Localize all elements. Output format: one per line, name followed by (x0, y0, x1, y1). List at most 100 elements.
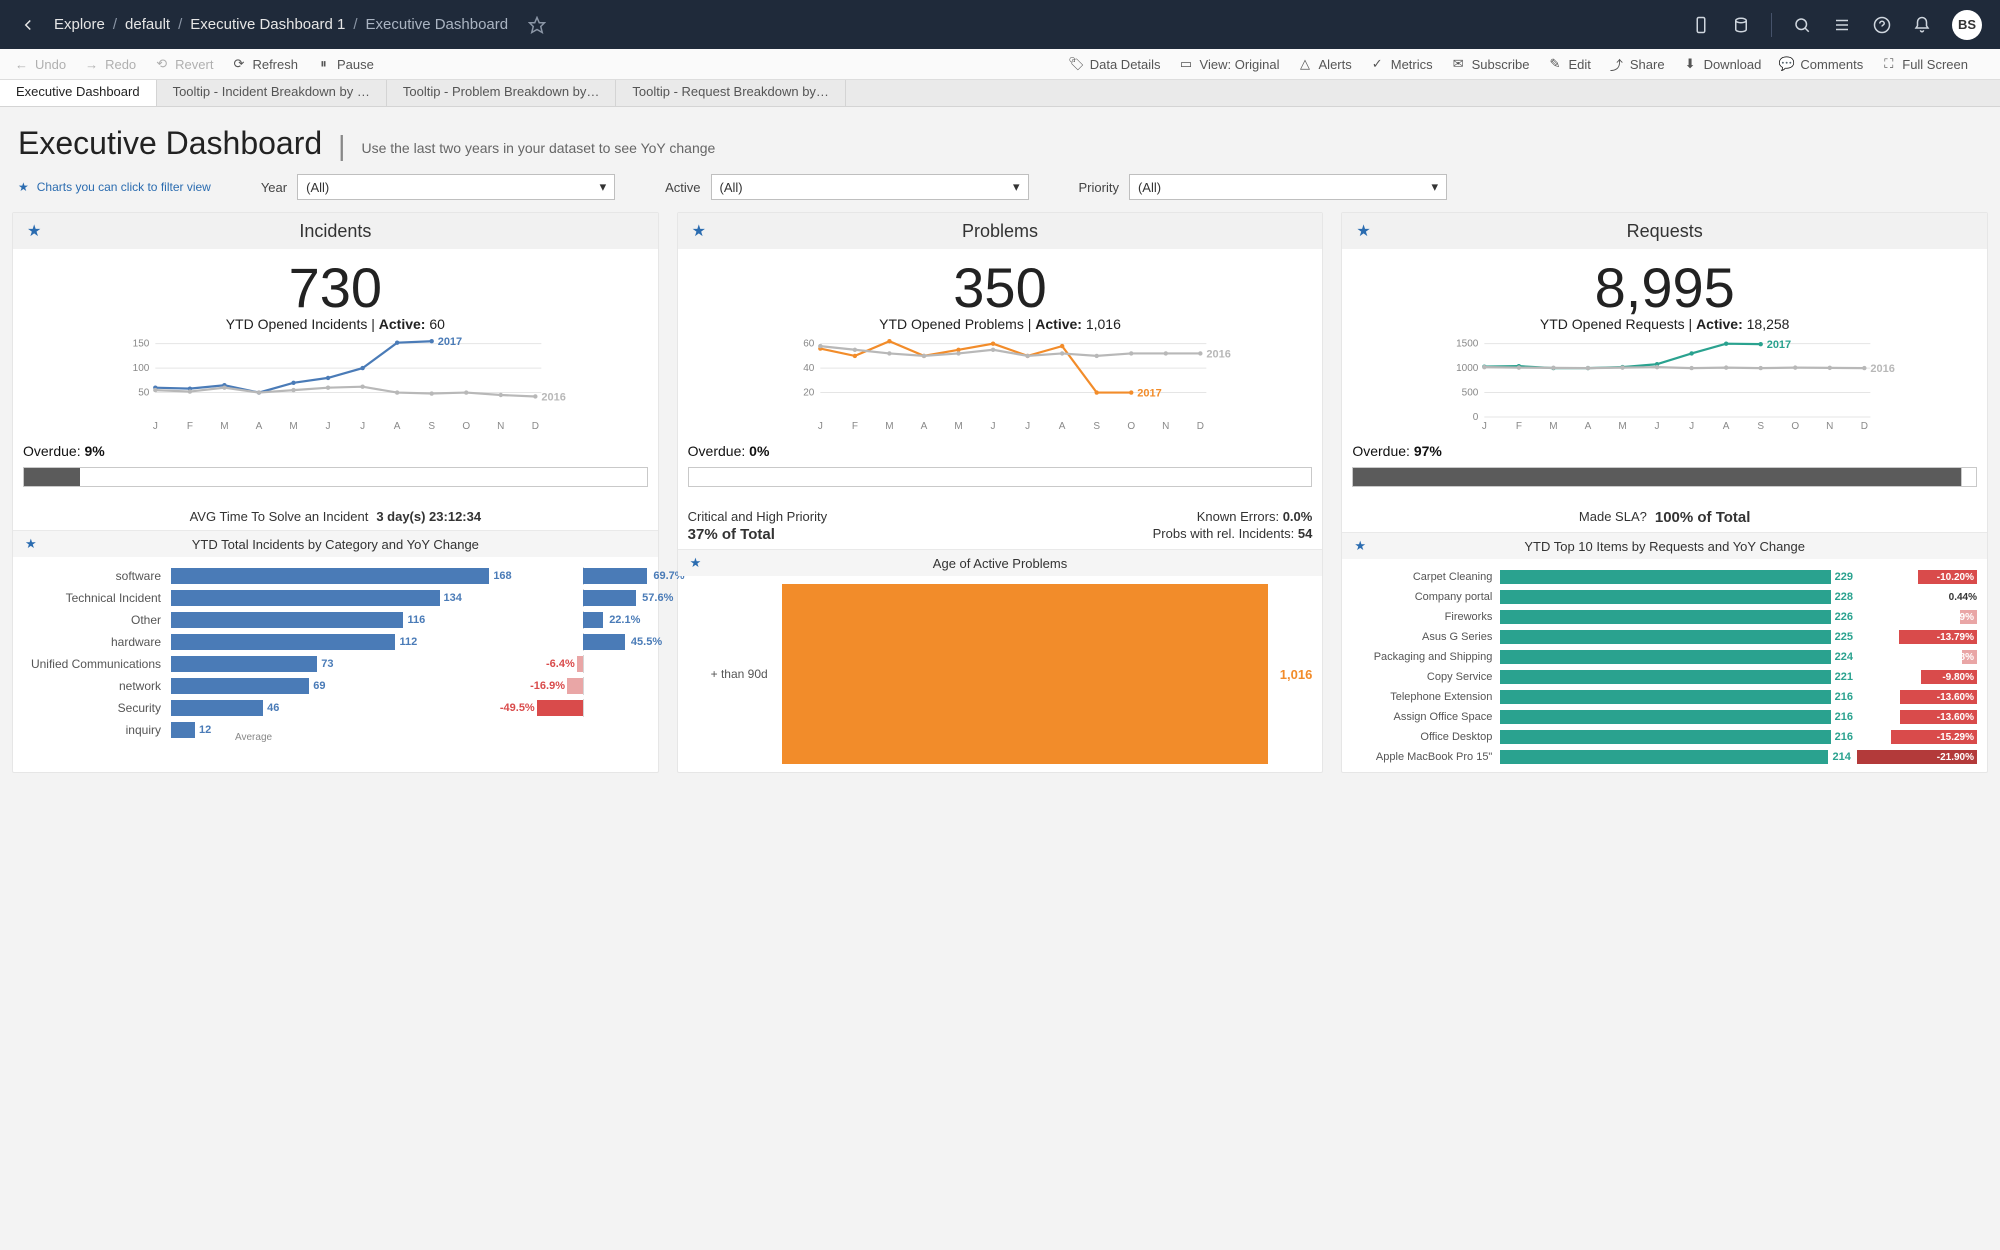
requests-sla: Made SLA? 100% of Total (1342, 487, 1987, 532)
svg-text:A: A (256, 421, 263, 431)
requests-trend-chart[interactable]: 05001000150020172016JFMAMJJASOND (1342, 332, 1987, 431)
help-icon[interactable] (1872, 15, 1892, 35)
back-button[interactable] (18, 15, 38, 35)
refresh-button[interactable]: ⟳Refresh (231, 57, 298, 72)
table-row[interactable]: Other 116 22.1% (23, 609, 648, 631)
table-row[interactable]: Unified Communications 73 -6.4% (23, 653, 648, 675)
table-row[interactable]: Telephone Extension 216 -13.60% (1352, 687, 1977, 707)
requests-overdue-bar (1352, 467, 1977, 487)
favorite-star-icon[interactable] (528, 16, 546, 34)
svg-text:S: S (1093, 421, 1100, 431)
subscribe-button[interactable]: ✉Subscribe (1451, 57, 1530, 72)
svg-text:J: J (1482, 421, 1487, 431)
data-details-button[interactable]: 🏷Data Details (1069, 57, 1161, 72)
year-select[interactable]: (All)▾ (297, 174, 615, 200)
svg-text:F: F (187, 421, 193, 431)
tab-tooltip-problem[interactable]: Tooltip - Problem Breakdown by… (387, 80, 617, 106)
view-button[interactable]: ▭View: Original (1179, 57, 1280, 72)
incidents-subline: YTD Opened Incidents | Active: 60 (13, 316, 658, 332)
table-row[interactable]: Company portal 228 0.44% (1352, 587, 1977, 607)
svg-text:A: A (920, 421, 927, 431)
revert-button[interactable]: ⟲Revert (154, 57, 213, 72)
redo-button[interactable]: →Redo (84, 57, 136, 72)
svg-text:J: J (818, 421, 823, 431)
toolbar: ←Undo →Redo ⟲Revert ⟳Refresh ⏸Pause 🏷Dat… (0, 49, 2000, 80)
table-row[interactable]: Technical Incident 134 57.6% (23, 587, 648, 609)
chevron-down-icon: ▾ (600, 179, 607, 195)
comments-button[interactable]: 💬Comments (1779, 57, 1863, 72)
cards-row: ★ Incidents 730 YTD Opened Incidents | A… (0, 212, 2000, 789)
svg-text:J: J (1025, 421, 1030, 431)
share-button[interactable]: ⤴Share (1609, 57, 1665, 72)
svg-text:J: J (360, 421, 365, 431)
table-row[interactable]: network 69 -16.9% (23, 675, 648, 697)
table-row[interactable]: Assign Office Space 216 -13.60% (1352, 707, 1977, 727)
search-icon[interactable] (1792, 15, 1812, 35)
svg-text:J: J (326, 421, 331, 431)
table-row[interactable]: Security 46 -49.5% (23, 697, 648, 719)
star-icon: ★ (1356, 221, 1370, 241)
incidents-categories[interactable]: software 168 69.7%Technical Incident 134… (13, 557, 658, 745)
svg-text:2017: 2017 (438, 336, 462, 348)
problems-age-chart[interactable]: + than 90d 1,016 (678, 576, 1323, 772)
svg-text:F: F (1516, 421, 1522, 431)
crumb-view[interactable]: Executive Dashboard (366, 16, 509, 33)
undo-button[interactable]: ←Undo (14, 57, 66, 72)
svg-text:F: F (851, 421, 857, 431)
list-icon[interactable] (1832, 15, 1852, 35)
chevron-down-icon: ▾ (1013, 179, 1020, 195)
edit-button[interactable]: ✎Edit (1547, 57, 1590, 72)
table-row[interactable]: Office Desktop 216 -15.29% (1352, 727, 1977, 747)
requests-items[interactable]: Carpet Cleaning 229 -10.20%Company porta… (1342, 559, 1987, 771)
table-row[interactable]: software 168 69.7% (23, 565, 648, 587)
svg-text:60: 60 (803, 339, 815, 350)
problems-trend-chart[interactable]: 20406020172016JFMAMJJASOND (678, 332, 1323, 431)
svg-text:2017: 2017 (1137, 388, 1161, 400)
requests-items-head: ★ YTD Top 10 Items by Requests and YoY C… (1342, 532, 1987, 559)
table-row[interactable]: hardware 112 45.5% (23, 631, 648, 653)
svg-text:0: 0 (1473, 412, 1479, 423)
data-source-icon[interactable] (1731, 15, 1751, 35)
crumb-explore[interactable]: Explore (54, 16, 105, 33)
table-row[interactable]: Fireworks 226 -2.59% (1352, 607, 1977, 627)
crumb-default[interactable]: default (125, 16, 170, 33)
bell-icon[interactable] (1912, 15, 1932, 35)
svg-text:M: M (1619, 421, 1627, 431)
alerts-button[interactable]: △Alerts (1298, 57, 1352, 72)
card-incidents: ★ Incidents 730 YTD Opened Incidents | A… (12, 212, 659, 773)
svg-text:O: O (1792, 421, 1800, 431)
svg-text:2017: 2017 (1767, 339, 1791, 351)
svg-text:2016: 2016 (1206, 348, 1230, 360)
table-row[interactable]: Apple MacBook Pro 15" 214 -21.90% (1352, 747, 1977, 767)
download-button[interactable]: ⬇Download (1683, 57, 1762, 72)
crumb-workbook[interactable]: Executive Dashboard 1 (190, 16, 345, 33)
table-row[interactable]: Copy Service 221 -9.80% (1352, 667, 1977, 687)
priority-select[interactable]: (All)▾ (1129, 174, 1447, 200)
svg-text:N: N (497, 421, 504, 431)
pause-button[interactable]: ⏸Pause (316, 57, 374, 72)
tab-executive-dashboard[interactable]: Executive Dashboard (0, 80, 157, 106)
svg-text:M: M (289, 421, 297, 431)
svg-text:M: M (220, 421, 228, 431)
metrics-button[interactable]: ✓Metrics (1370, 57, 1433, 72)
avatar[interactable]: BS (1952, 10, 1982, 40)
incidents-trend-chart[interactable]: 5010015020172016JFMAMJJASOND (13, 332, 658, 431)
table-row[interactable]: Packaging and Shipping 224 -2.18% (1352, 647, 1977, 667)
incidents-avg-time: AVG Time To Solve an Incident 3 day(s) 2… (13, 487, 658, 530)
svg-text:50: 50 (138, 388, 150, 399)
tab-tooltip-incident[interactable]: Tooltip - Incident Breakdown by … (157, 80, 387, 106)
svg-text:M: M (954, 421, 962, 431)
fullscreen-button[interactable]: ⛶Full Screen (1881, 57, 1968, 72)
active-select[interactable]: (All)▾ (711, 174, 1029, 200)
table-row[interactable]: Carpet Cleaning 229 -10.20% (1352, 567, 1977, 587)
card-head-problems: ★ Problems (678, 213, 1323, 249)
svg-text:1000: 1000 (1456, 363, 1479, 374)
problems-subline: YTD Opened Problems | Active: 1,016 (678, 316, 1323, 332)
table-row[interactable]: inquiry 12 (23, 719, 648, 741)
table-row[interactable]: Asus G Series 225 -13.79% (1352, 627, 1977, 647)
star-icon: ★ (1354, 538, 1366, 554)
star-icon: ★ (692, 221, 706, 241)
tablet-icon[interactable] (1691, 15, 1711, 35)
star-icon: ★ (690, 555, 702, 571)
tab-tooltip-request[interactable]: Tooltip - Request Breakdown by… (616, 80, 846, 106)
